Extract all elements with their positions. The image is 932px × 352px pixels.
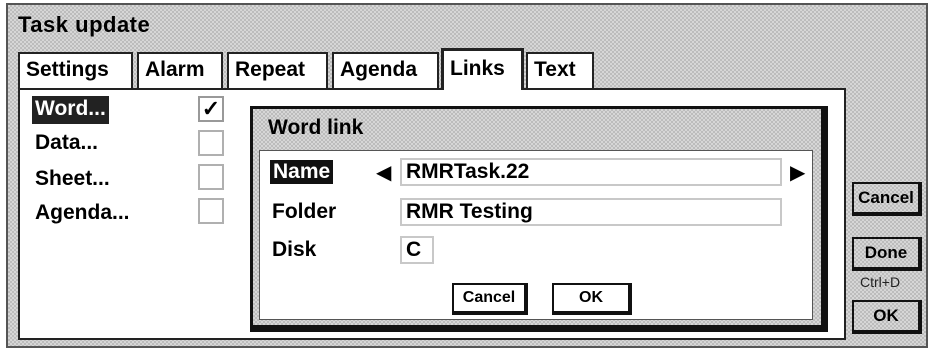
- dialog-ok-button[interactable]: OK: [552, 283, 632, 315]
- tab-repeat[interactable]: Repeat: [227, 52, 328, 88]
- disk-field[interactable]: C: [400, 236, 434, 264]
- link-item-data[interactable]: Data...: [32, 130, 101, 158]
- link-item-word[interactable]: Word...: [32, 96, 109, 124]
- dialog-title: Word link: [268, 116, 364, 139]
- tab-alarm[interactable]: Alarm: [137, 52, 223, 88]
- tab-links[interactable]: Links: [441, 48, 524, 90]
- cancel-button[interactable]: Cancel: [852, 182, 922, 216]
- window-title: Task update: [18, 12, 151, 37]
- tab-text[interactable]: Text: [526, 52, 594, 88]
- link-item-agenda[interactable]: Agenda...: [32, 200, 133, 228]
- name-field[interactable]: RMRTask.22: [400, 158, 782, 186]
- link-checkbox-data[interactable]: [198, 130, 224, 156]
- folder-field[interactable]: RMR Testing: [400, 198, 782, 226]
- folder-label: Folder: [272, 200, 337, 223]
- tab-agenda[interactable]: Agenda: [332, 52, 439, 88]
- link-checkbox-sheet[interactable]: [198, 164, 224, 190]
- link-checkbox-agenda[interactable]: [198, 198, 224, 224]
- next-arrow-icon[interactable]: ▶: [790, 160, 805, 185]
- dialog-cancel-button[interactable]: Cancel: [452, 283, 528, 315]
- previous-arrow-icon[interactable]: ◀: [376, 160, 391, 185]
- done-button[interactable]: Done: [852, 237, 922, 271]
- ok-button[interactable]: OK: [852, 300, 922, 334]
- name-label: Name: [270, 160, 334, 184]
- link-item-sheet[interactable]: Sheet...: [32, 166, 113, 194]
- disk-label: Disk: [272, 238, 317, 261]
- link-checkbox-word[interactable]: ✓: [198, 96, 224, 122]
- tab-settings[interactable]: Settings: [18, 52, 133, 88]
- done-shortcut-hint: Ctrl+D: [860, 274, 901, 290]
